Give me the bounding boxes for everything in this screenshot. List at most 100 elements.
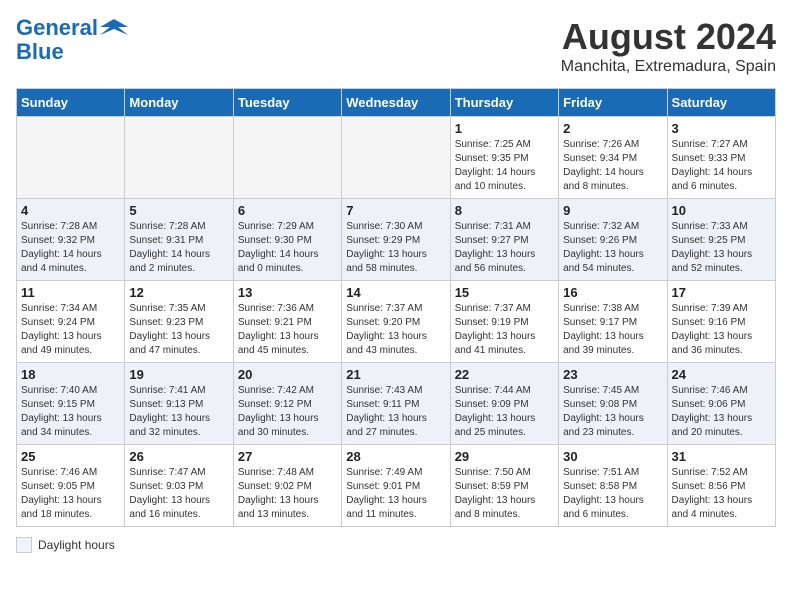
day-info: Sunrise: 7:37 AM Sunset: 9:19 PM Dayligh… [455, 302, 554, 358]
day-info: Sunrise: 7:37 AM Sunset: 9:20 PM Dayligh… [346, 302, 445, 358]
calendar-day-cell: 24 Sunrise: 7:46 AM Sunset: 9:06 PM Dayli… [667, 363, 775, 445]
day-info: Sunrise: 7:28 AM Sunset: 9:32 PM Dayligh… [21, 220, 120, 276]
day-number: 30 [563, 449, 662, 464]
day-info: Sunrise: 7:32 AM Sunset: 9:26 PM Dayligh… [563, 220, 662, 276]
day-info: Sunrise: 7:34 AM Sunset: 9:24 PM Dayligh… [21, 302, 120, 358]
calendar-day-cell: 8 Sunrise: 7:31 AM Sunset: 9:27 PM Daylig… [450, 199, 558, 281]
weekday-header: Wednesday [342, 89, 450, 117]
day-info: Sunrise: 7:29 AM Sunset: 9:30 PM Dayligh… [238, 220, 337, 276]
day-number: 24 [672, 367, 771, 382]
day-info: Sunrise: 7:46 AM Sunset: 9:06 PM Dayligh… [672, 384, 771, 440]
calendar-day-cell: 20 Sunrise: 7:42 AM Sunset: 9:12 PM Dayli… [233, 363, 341, 445]
day-number: 10 [672, 203, 771, 218]
page-header: General Blue August 2024 Manchita, Extre… [16, 16, 776, 76]
day-info: Sunrise: 7:39 AM Sunset: 9:16 PM Dayligh… [672, 302, 771, 358]
title-block: August 2024 Manchita, Extremadura, Spain [561, 16, 776, 76]
calendar-day-cell: 9 Sunrise: 7:32 AM Sunset: 9:26 PM Daylig… [559, 199, 667, 281]
day-number: 22 [455, 367, 554, 382]
legend-label: Daylight hours [38, 538, 115, 552]
calendar-day-cell: 23 Sunrise: 7:45 AM Sunset: 9:08 PM Dayli… [559, 363, 667, 445]
day-number: 2 [563, 121, 662, 136]
calendar-day-cell: 28 Sunrise: 7:49 AM Sunset: 9:01 PM Dayli… [342, 445, 450, 527]
day-number: 1 [455, 121, 554, 136]
logo-bird-icon [100, 17, 128, 39]
calendar-day-cell: 21 Sunrise: 7:43 AM Sunset: 9:11 PM Dayli… [342, 363, 450, 445]
month-year-title: August 2024 [561, 16, 776, 58]
calendar-day-cell: 22 Sunrise: 7:44 AM Sunset: 9:09 PM Dayli… [450, 363, 558, 445]
logo: General Blue [16, 16, 128, 64]
calendar-day-cell: 11Sunrise: 7:34 AM Sunset: 9:24 PM Dayli… [17, 281, 125, 363]
legend: Daylight hours [16, 537, 776, 553]
day-info: Sunrise: 7:47 AM Sunset: 9:03 PM Dayligh… [129, 466, 228, 522]
day-number: 17 [672, 285, 771, 300]
calendar-day-cell [233, 117, 341, 199]
day-number: 19 [129, 367, 228, 382]
day-info: Sunrise: 7:42 AM Sunset: 9:12 PM Dayligh… [238, 384, 337, 440]
day-info: Sunrise: 7:25 AM Sunset: 9:35 PM Dayligh… [455, 138, 554, 194]
calendar-day-cell: 7Sunrise: 7:30 AM Sunset: 9:29 PM Daylig… [342, 199, 450, 281]
calendar-day-cell: 17 Sunrise: 7:39 AM Sunset: 9:16 PM Dayli… [667, 281, 775, 363]
day-number: 20 [238, 367, 337, 382]
calendar-day-cell: 25Sunrise: 7:46 AM Sunset: 9:05 PM Dayli… [17, 445, 125, 527]
calendar-day-cell: 29Sunrise: 7:50 AM Sunset: 8:59 PM Dayli… [450, 445, 558, 527]
day-number: 6 [238, 203, 337, 218]
weekday-header: Monday [125, 89, 233, 117]
logo-blue-text: Blue [16, 40, 64, 64]
day-number: 23 [563, 367, 662, 382]
calendar-week-row: 11Sunrise: 7:34 AM Sunset: 9:24 PM Dayli… [17, 281, 776, 363]
calendar-day-cell: 6 Sunrise: 7:29 AM Sunset: 9:30 PM Daylig… [233, 199, 341, 281]
calendar-week-row: 25Sunrise: 7:46 AM Sunset: 9:05 PM Dayli… [17, 445, 776, 527]
calendar-day-cell: 13 Sunrise: 7:36 AM Sunset: 9:21 PM Dayli… [233, 281, 341, 363]
day-number: 14 [346, 285, 445, 300]
day-number: 3 [672, 121, 771, 136]
weekday-header: Friday [559, 89, 667, 117]
weekday-header: Sunday [17, 89, 125, 117]
day-number: 27 [238, 449, 337, 464]
day-info: Sunrise: 7:41 AM Sunset: 9:13 PM Dayligh… [129, 384, 228, 440]
day-info: Sunrise: 7:43 AM Sunset: 9:11 PM Dayligh… [346, 384, 445, 440]
legend-color-box [16, 537, 32, 553]
calendar-day-cell: 30Sunrise: 7:51 AM Sunset: 8:58 PM Dayli… [559, 445, 667, 527]
weekday-header: Tuesday [233, 89, 341, 117]
day-info: Sunrise: 7:35 AM Sunset: 9:23 PM Dayligh… [129, 302, 228, 358]
calendar-table: SundayMondayTuesdayWednesdayThursdayFrid… [16, 88, 776, 527]
calendar-day-cell: 4 Sunrise: 7:28 AM Sunset: 9:32 PM Daylig… [17, 199, 125, 281]
calendar-day-cell: 1 Sunrise: 7:25 AM Sunset: 9:35 PM Daylig… [450, 117, 558, 199]
day-number: 8 [455, 203, 554, 218]
day-number: 31 [672, 449, 771, 464]
day-info: Sunrise: 7:40 AM Sunset: 9:15 PM Dayligh… [21, 384, 120, 440]
calendar-day-cell [17, 117, 125, 199]
calendar-day-cell: 16Sunrise: 7:38 AM Sunset: 9:17 PM Dayli… [559, 281, 667, 363]
day-number: 7 [346, 203, 445, 218]
day-info: Sunrise: 7:38 AM Sunset: 9:17 PM Dayligh… [563, 302, 662, 358]
day-info: Sunrise: 7:48 AM Sunset: 9:02 PM Dayligh… [238, 466, 337, 522]
day-info: Sunrise: 7:52 AM Sunset: 8:56 PM Dayligh… [672, 466, 771, 522]
day-info: Sunrise: 7:31 AM Sunset: 9:27 PM Dayligh… [455, 220, 554, 276]
calendar-day-cell: 15 Sunrise: 7:37 AM Sunset: 9:19 PM Dayli… [450, 281, 558, 363]
day-info: Sunrise: 7:44 AM Sunset: 9:09 PM Dayligh… [455, 384, 554, 440]
calendar-day-cell: 26Sunrise: 7:47 AM Sunset: 9:03 PM Dayli… [125, 445, 233, 527]
calendar-day-cell: 14 Sunrise: 7:37 AM Sunset: 9:20 PM Dayli… [342, 281, 450, 363]
day-info: Sunrise: 7:50 AM Sunset: 8:59 PM Dayligh… [455, 466, 554, 522]
day-number: 4 [21, 203, 120, 218]
day-number: 9 [563, 203, 662, 218]
weekday-header-row: SundayMondayTuesdayWednesdayThursdayFrid… [17, 89, 776, 117]
weekday-header: Thursday [450, 89, 558, 117]
day-info: Sunrise: 7:27 AM Sunset: 9:33 PM Dayligh… [672, 138, 771, 194]
calendar-day-cell: 27 Sunrise: 7:48 AM Sunset: 9:02 PM Dayli… [233, 445, 341, 527]
calendar-day-cell: 2 Sunrise: 7:26 AM Sunset: 9:34 PM Daylig… [559, 117, 667, 199]
day-number: 13 [238, 285, 337, 300]
calendar-day-cell: 3 Sunrise: 7:27 AM Sunset: 9:33 PM Daylig… [667, 117, 775, 199]
day-number: 15 [455, 285, 554, 300]
day-info: Sunrise: 7:28 AM Sunset: 9:31 PM Dayligh… [129, 220, 228, 276]
day-number: 28 [346, 449, 445, 464]
day-info: Sunrise: 7:26 AM Sunset: 9:34 PM Dayligh… [563, 138, 662, 194]
day-info: Sunrise: 7:49 AM Sunset: 9:01 PM Dayligh… [346, 466, 445, 522]
day-info: Sunrise: 7:36 AM Sunset: 9:21 PM Dayligh… [238, 302, 337, 358]
day-info: Sunrise: 7:45 AM Sunset: 9:08 PM Dayligh… [563, 384, 662, 440]
day-number: 21 [346, 367, 445, 382]
day-info: Sunrise: 7:46 AM Sunset: 9:05 PM Dayligh… [21, 466, 120, 522]
calendar-day-cell: 18Sunrise: 7:40 AM Sunset: 9:15 PM Dayli… [17, 363, 125, 445]
calendar-week-row: 18Sunrise: 7:40 AM Sunset: 9:15 PM Dayli… [17, 363, 776, 445]
calendar-day-cell [125, 117, 233, 199]
